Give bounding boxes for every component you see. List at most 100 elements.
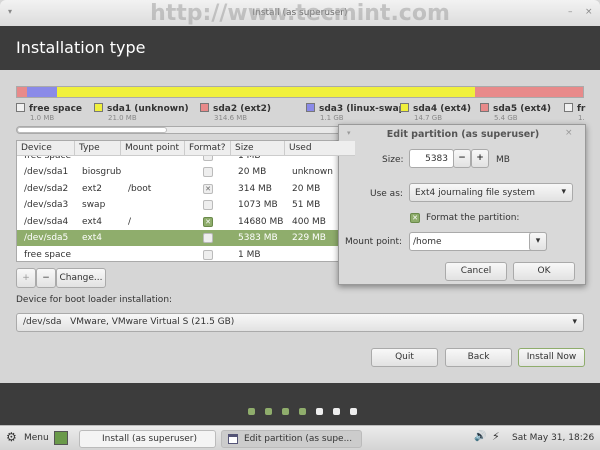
table-row[interactable]: /dev/sda2 ext2/boot ✕ 314 MB 20 MB <box>17 181 355 197</box>
legend-swatch <box>400 103 409 112</box>
progress-step-dot <box>282 408 289 415</box>
size-input[interactable]: 5383 <box>409 149 454 168</box>
table-row[interactable]: /dev/sda4 ext4 / ✕ 14680 MB 400 MB <box>17 214 355 230</box>
ok-button[interactable]: OK <box>513 262 575 281</box>
chevron-down-icon: ▾ <box>535 236 541 246</box>
progress-step-dot <box>299 408 306 415</box>
cell-size: 5383 MB <box>238 233 278 243</box>
window-titlebar: ▾ Install (as superuser) http://www.tecm… <box>0 0 600 26</box>
legend-label: fr <box>577 104 586 114</box>
cell-type: biosgrub <box>82 167 122 177</box>
table-row[interactable]: free space 1 MB <box>17 247 355 262</box>
legend-label: sda1 (unknown) <box>107 104 189 114</box>
legend-swatch <box>16 103 25 112</box>
minimize-icon[interactable]: – <box>568 7 573 17</box>
cell-device: /dev/sda4 <box>24 216 69 227</box>
column-header[interactable]: Type <box>75 141 121 156</box>
watermark: http://www.tecmint.com <box>150 1 450 26</box>
edit-partition-dialog: ▾ Edit partition (as superuser) × Size: … <box>338 124 586 285</box>
progress-step-dot <box>350 408 357 415</box>
legend-size: 314.6 MB <box>214 114 248 122</box>
column-header[interactable]: Size <box>231 141 285 156</box>
cell-device: /dev/sda3 <box>24 200 69 210</box>
change-partition-button[interactable]: Change... <box>56 268 106 288</box>
size-label: Size: <box>382 155 404 165</box>
cell-used: 51 MB <box>292 200 321 210</box>
cell-device: /dev/sda2 <box>24 183 69 194</box>
legend-label: sda5 (ext4) <box>493 104 551 114</box>
cell-size: 1073 MB <box>238 200 278 210</box>
progress-footer <box>0 383 600 425</box>
column-header[interactable]: Format? <box>185 141 231 156</box>
format-checkbox[interactable] <box>203 249 213 260</box>
format-checkbox[interactable]: ✕ <box>410 213 420 223</box>
network-icon[interactable]: ⚡ <box>492 430 500 443</box>
use-as-select[interactable]: Ext4 journaling file system ▾ <box>409 183 573 202</box>
legend-swatch <box>200 103 209 112</box>
legend-size: 1.0 MB <box>30 114 55 122</box>
cell-used: 400 MB <box>292 216 326 227</box>
format-label: Format the partition: <box>426 213 520 223</box>
cell-used: 229 MB <box>292 233 326 243</box>
cell-size: 20 MB <box>238 167 267 177</box>
legend-swatch <box>306 103 315 112</box>
size-decrement-button[interactable]: − <box>453 149 471 168</box>
format-checkbox[interactable]: ✕ <box>203 183 213 194</box>
menu-button[interactable]: Menu <box>24 433 49 443</box>
legend-size: 5.4 GB <box>494 114 518 122</box>
menu-gear-icon[interactable]: ⚙ <box>6 430 17 444</box>
install-now-button[interactable]: Install Now <box>518 348 585 367</box>
partition-segment <box>26 87 57 97</box>
cell-mount: / <box>128 216 132 227</box>
legend-swatch <box>94 103 103 112</box>
back-button[interactable]: Back <box>445 348 512 367</box>
use-as-label: Use as: <box>370 189 403 199</box>
cell-type: ext4 <box>82 233 102 243</box>
cell-mount: /boot <box>128 183 152 194</box>
boot-loader-label: Device for boot loader installation: <box>16 295 173 305</box>
close-icon[interactable]: × <box>585 7 593 17</box>
task-label: Install (as superuser) <box>102 434 198 444</box>
task-install[interactable]: Install (as superuser) <box>79 430 216 448</box>
add-partition-button[interactable]: + <box>16 268 36 288</box>
legend-label: sda3 (linux-swap) <box>319 104 410 114</box>
taskbar: ⚙ Menu Install (as superuser) Edit parti… <box>0 425 600 450</box>
task-edit-partition[interactable]: Edit partition (as supe... <box>221 430 362 448</box>
quit-button[interactable]: Quit <box>371 348 438 367</box>
boot-loader-select[interactable]: /dev/sda VMware, VMware Virtual S (21.5 … <box>16 313 584 332</box>
size-increment-button[interactable]: + <box>471 149 489 168</box>
legend-item: sda5 (ext4) 5.4 GB <box>480 103 551 122</box>
terminal-icon[interactable] <box>54 431 68 445</box>
page-header: Installation type <box>0 26 600 70</box>
table-row[interactable]: /dev/sda1 biosgrub 20 MB unknown <box>17 164 355 180</box>
dialog-close-icon[interactable]: × <box>565 128 573 138</box>
clock[interactable]: Sat May 31, 18:26 <box>512 433 594 443</box>
cell-device: /dev/sda5 <box>24 233 69 243</box>
size-unit: MB <box>496 155 510 165</box>
cell-used: 20 MB <box>292 183 321 194</box>
chevron-down-icon: ▾ <box>572 317 577 327</box>
page-title: Installation type <box>16 38 146 57</box>
table-row[interactable]: /dev/sda5 ext4 5383 MB 229 MB <box>17 230 355 246</box>
format-checkbox[interactable]: ✕ <box>203 216 213 227</box>
mount-point-dropdown[interactable]: ▾ <box>529 232 547 251</box>
legend-item: sda1 (unknown) 21.0 MB <box>94 103 189 122</box>
remove-partition-button[interactable]: − <box>36 268 56 288</box>
volume-icon[interactable]: 🔊 <box>474 431 486 442</box>
column-header[interactable]: Device <box>17 141 75 156</box>
legend-label: sda2 (ext2) <box>213 104 271 114</box>
legend-size: 1.1 GB <box>320 114 344 122</box>
format-checkbox[interactable] <box>203 200 213 210</box>
cell-used: unknown <box>292 167 333 177</box>
format-checkbox[interactable] <box>203 233 213 243</box>
table-row[interactable]: /dev/sda3 swap 1073 MB 51 MB <box>17 197 355 213</box>
mount-point-input[interactable]: /home <box>409 232 547 251</box>
cell-device: free space <box>24 249 72 260</box>
legend-item: sda3 (linux-swap) 1.1 GB <box>306 103 410 122</box>
format-checkbox[interactable] <box>203 167 213 177</box>
cancel-button[interactable]: Cancel <box>445 262 507 281</box>
column-header[interactable]: Mount point <box>121 141 185 156</box>
use-as-value: Ext4 journaling file system <box>415 188 535 198</box>
partition-table: Device Type Mount point Format? Size Used free… <box>16 140 356 262</box>
column-header[interactable]: Used <box>285 141 355 156</box>
